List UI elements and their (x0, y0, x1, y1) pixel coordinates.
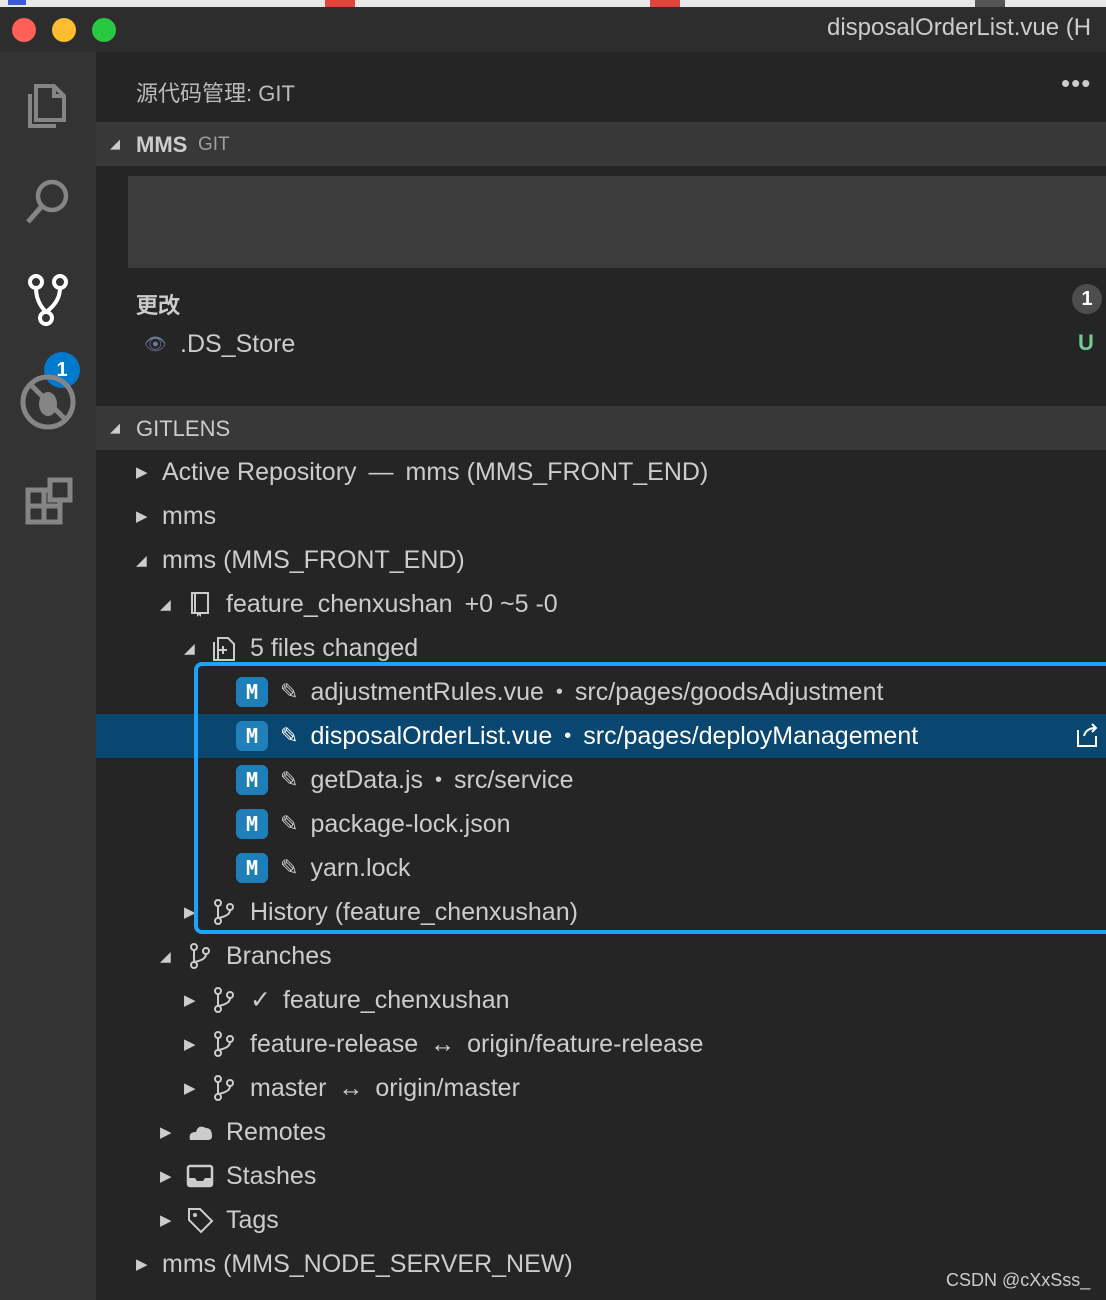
chevron-right-icon: ▶ (160, 1212, 172, 1229)
tree-item-repo-front-end[interactable]: ◢ mms (MMS_FRONT_END) (96, 538, 1106, 582)
chevron-right-icon: ▶ (184, 992, 196, 1009)
files-changed-label: 5 files changed (250, 633, 419, 662)
chevron-down-icon: ◢ (160, 947, 171, 964)
upstream-branch: origin/master (375, 1073, 520, 1102)
background-browser-strip (0, 0, 1106, 7)
chevron-right-icon: ▶ (184, 1080, 196, 1097)
chevron-right-icon: ▶ (136, 464, 148, 481)
chevron-down-icon: ◢ (110, 136, 120, 151)
tree-item-remotes[interactable]: ▶ Remotes (96, 1110, 1106, 1154)
change-status: U (1078, 330, 1094, 355)
highlight-box (194, 662, 1106, 934)
changes-group-label: 更改 (136, 293, 181, 318)
chevron-right-icon: ▶ (160, 1124, 172, 1141)
chevron-right-icon: ▶ (136, 1256, 148, 1273)
change-item[interactable]: 👁 .DS_Store U (144, 330, 1104, 364)
repo-name: MMS (136, 132, 188, 157)
more-actions-button[interactable]: ••• (1061, 68, 1091, 99)
upstream-branch: origin/feature-release (467, 1029, 704, 1058)
scm-repo-header[interactable]: ◢ MMS GIT (96, 122, 1106, 166)
chevron-down-icon: ◢ (136, 551, 147, 568)
minimize-window-button[interactable] (52, 18, 76, 42)
tree-item-repo-mms[interactable]: ▶ mms (96, 494, 1106, 538)
close-window-button[interactable] (12, 18, 36, 42)
cloud-icon (186, 1118, 214, 1146)
changes-count-badge: 1 (1072, 284, 1102, 314)
branches-label: Branches (226, 941, 332, 970)
git-branch-icon (186, 942, 214, 970)
remotes-label: Remotes (226, 1117, 327, 1146)
search-icon[interactable] (18, 172, 78, 232)
active-repo-separator: — (368, 457, 394, 486)
current-branch-name: feature_chenxushan (226, 589, 453, 618)
chevron-right-icon: ▶ (184, 1036, 196, 1053)
active-repo-label: Active Repository (162, 457, 357, 486)
git-branch-icon (210, 1030, 238, 1058)
chevron-down-icon: ◢ (160, 595, 171, 612)
branch-name: feature-release (250, 1029, 419, 1058)
tree-item-branch[interactable]: ▶ master ↔ origin/master (96, 1066, 1106, 1110)
diff-icon (210, 634, 238, 662)
branch-name: feature_chenxushan (282, 985, 510, 1014)
inbox-icon (186, 1162, 214, 1190)
check-icon: ✓ (250, 986, 271, 1014)
repo-provider: GIT (198, 134, 230, 155)
gitlens-title: GITLENS (136, 416, 231, 441)
tracking-arrow-icon: ↔ (430, 1029, 456, 1058)
files-icon[interactable] (18, 72, 78, 132)
chevron-down-icon: ◢ (110, 420, 120, 435)
tree-item-active-repository[interactable]: ▶ Active Repository — mms (MMS_FRONT_END… (96, 450, 1106, 494)
commit-message-input[interactable] (128, 176, 1106, 268)
zoom-window-button[interactable] (92, 18, 116, 42)
sidebar: 源代码管理: GIT ••• ◢ MMS GIT 更改 1 👁 .DS_Stor… (96, 52, 1106, 1300)
chevron-down-icon: ◢ (184, 639, 195, 656)
git-branch-icon (210, 1074, 238, 1102)
current-branch-stats: +0 ~5 -0 (464, 589, 558, 618)
active-repo-value: mms (MMS_FRONT_END) (405, 457, 709, 486)
chevron-right-icon: ▶ (160, 1168, 172, 1185)
repository-book-icon (186, 590, 214, 618)
tags-label: Tags (226, 1205, 279, 1234)
title-bar: disposalOrderList.vue (H (0, 0, 1106, 52)
source-control-icon[interactable] (18, 270, 78, 330)
tree-item-branch[interactable]: ▶ ✓ feature_chenxushan (96, 978, 1106, 1022)
tree-item-branches[interactable]: ◢ Branches (96, 934, 1106, 978)
tracking-arrow-icon: ↔ (338, 1073, 364, 1102)
chevron-right-icon: ▶ (136, 508, 148, 525)
repo-label: mms (MMS_NODE_SERVER_NEW) (162, 1249, 573, 1278)
branch-name: master (250, 1073, 327, 1102)
scm-title: 源代码管理: GIT (136, 81, 295, 106)
git-branch-icon (210, 986, 238, 1014)
repo-label: mms (162, 501, 217, 530)
debug-icon[interactable] (18, 372, 78, 432)
stashes-label: Stashes (226, 1161, 317, 1190)
tree-item-tags[interactable]: ▶ Tags (96, 1198, 1106, 1242)
repo-label: mms (MMS_FRONT_END) (162, 545, 465, 574)
extensions-icon[interactable] (18, 472, 78, 532)
tree-item-branch[interactable]: ▶ feature-release ↔ origin/feature-relea… (96, 1022, 1106, 1066)
tree-item-stashes[interactable]: ▶ Stashes (96, 1154, 1106, 1198)
activity-bar: 1 (0, 52, 96, 1300)
window-title: disposalOrderList.vue (H (827, 14, 1092, 41)
tag-icon (186, 1206, 214, 1234)
ignored-eye-icon: 👁 (144, 334, 167, 354)
tree-item-current-branch[interactable]: ◢ feature_chenxushan +0 ~5 -0 (96, 582, 1106, 626)
change-file-name: .DS_Store (180, 330, 296, 358)
gitlens-header[interactable]: ◢ GITLENS (96, 406, 1106, 450)
watermark: CSDN @cXxSss_ (946, 1270, 1091, 1290)
